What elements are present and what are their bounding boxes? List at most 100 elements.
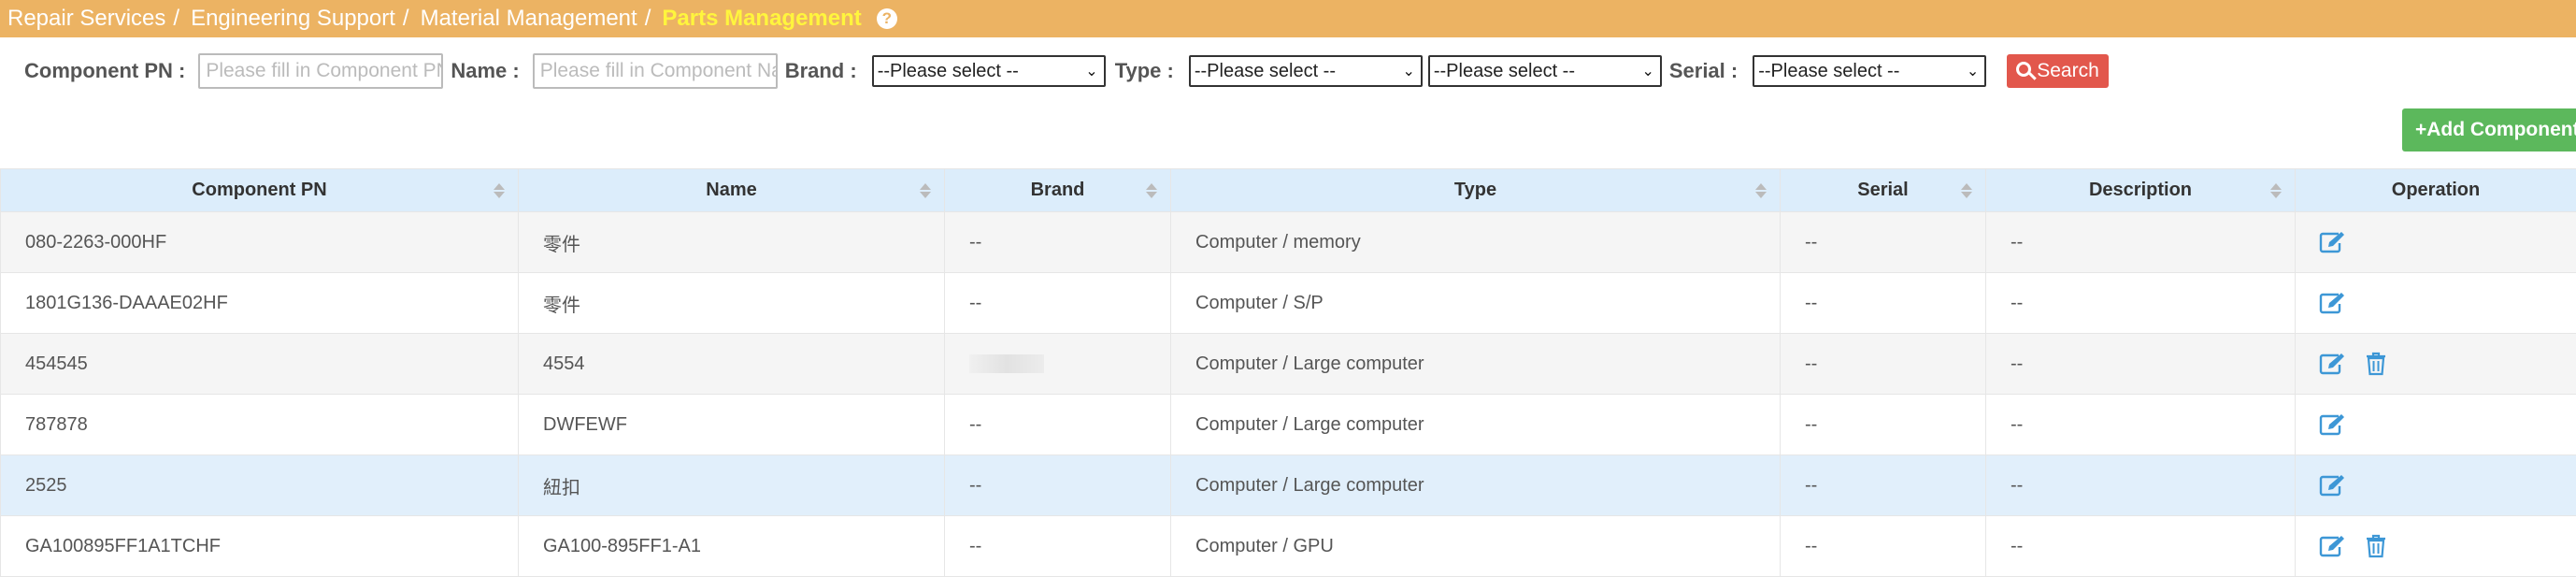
- column-header-brand[interactable]: Brand: [945, 169, 1171, 212]
- column-header-operation: Operation: [2296, 169, 2576, 212]
- cell-description: --: [1986, 273, 2296, 334]
- search-icon: [2016, 62, 2031, 77]
- trash-icon[interactable]: [2365, 534, 2387, 558]
- help-icon[interactable]: ?: [877, 8, 897, 29]
- trash-icon[interactable]: [2365, 352, 2387, 376]
- search-button-label: Search: [2037, 60, 2099, 82]
- breadcrumb-item-engineering-support[interactable]: Engineering Support: [191, 6, 395, 32]
- sort-icon[interactable]: [920, 183, 931, 198]
- breadcrumb-separator: /: [645, 6, 651, 32]
- column-header-component-pn[interactable]: Component PN: [1, 169, 519, 212]
- cell-serial: --: [1781, 273, 1986, 334]
- serial-select-value: --Please select --: [1758, 61, 1899, 82]
- table-row[interactable]: 080-2263-000HF 零件 -- Computer / memory -…: [1, 212, 2576, 273]
- sort-icon[interactable]: [1961, 183, 1972, 198]
- cell-name: 紐扣: [519, 455, 945, 516]
- table-header-row: Component PN Name Brand Type Serial Desc…: [1, 169, 2576, 212]
- cell-brand: --: [945, 395, 1171, 455]
- chevron-down-icon: ⌄: [1402, 62, 1414, 80]
- filter-bar: Component PN : Please fill in Component …: [0, 50, 2576, 92]
- type-select-primary-value: --Please select --: [1195, 61, 1336, 82]
- breadcrumb-separator: /: [403, 6, 409, 32]
- cell-type: Computer / S/P: [1171, 273, 1781, 334]
- cell-operation: [2296, 455, 2576, 516]
- name-input[interactable]: Please fill in Component Name: [533, 53, 778, 89]
- table-row[interactable]: GA100895FF1A1TCHF GA100-895FF1-A1 -- Com…: [1, 516, 2576, 577]
- cell-component-pn: GA100895FF1A1TCHF: [1, 516, 519, 577]
- cell-type: Computer / Large computer: [1171, 395, 1781, 455]
- type-select-secondary-value: --Please select --: [1434, 61, 1575, 82]
- type-label: Type :: [1115, 59, 1174, 83]
- component-pn-input[interactable]: Please fill in Component PN: [198, 53, 443, 89]
- cell-component-pn: 080-2263-000HF: [1, 212, 519, 273]
- cell-name: 零件: [519, 273, 945, 334]
- breadcrumb-item-repair-services[interactable]: Repair Services: [7, 6, 165, 32]
- add-component-button[interactable]: +Add Component: [2402, 108, 2576, 151]
- breadcrumb-item-material-management[interactable]: Material Management: [421, 6, 637, 32]
- cell-brand: --: [945, 455, 1171, 516]
- sort-icon[interactable]: [494, 183, 505, 198]
- edit-icon[interactable]: [2318, 230, 2346, 254]
- edit-icon[interactable]: [2318, 473, 2346, 498]
- redacted-brand-image: [969, 354, 1044, 373]
- column-header-serial[interactable]: Serial: [1781, 169, 1986, 212]
- cell-name: 零件: [519, 212, 945, 273]
- cell-name: 4554: [519, 334, 945, 395]
- edit-icon[interactable]: [2318, 291, 2346, 315]
- cell-description: --: [1986, 516, 2296, 577]
- cell-type: Computer / Large computer: [1171, 334, 1781, 395]
- table-row[interactable]: 787878 DWFEWF -- Computer / Large comput…: [1, 395, 2576, 455]
- cell-serial: --: [1781, 516, 1986, 577]
- cell-type: Computer / memory: [1171, 212, 1781, 273]
- cell-serial: --: [1781, 212, 1986, 273]
- brand-label: Brand :: [785, 59, 857, 83]
- chevron-down-icon: ⌄: [1967, 62, 1979, 80]
- search-button[interactable]: Search: [2007, 54, 2109, 88]
- cell-operation: [2296, 395, 2576, 455]
- cell-brand: --: [945, 273, 1171, 334]
- cell-brand: --: [945, 212, 1171, 273]
- cell-operation: [2296, 273, 2576, 334]
- cell-type: Computer / Large computer: [1171, 455, 1781, 516]
- cell-component-pn: 787878: [1, 395, 519, 455]
- brand-select[interactable]: --Please select -- ⌄: [872, 55, 1106, 87]
- sort-icon[interactable]: [2270, 183, 2282, 198]
- cell-component-pn: 1801G136-DAAAE02HF: [1, 273, 519, 334]
- cell-name: GA100-895FF1-A1: [519, 516, 945, 577]
- sort-icon[interactable]: [1146, 183, 1157, 198]
- cell-component-pn: 454545: [1, 334, 519, 395]
- column-header-type[interactable]: Type: [1171, 169, 1781, 212]
- edit-icon[interactable]: [2318, 534, 2346, 558]
- cell-description: --: [1986, 395, 2296, 455]
- parts-table: Component PN Name Brand Type Serial Desc…: [0, 168, 2576, 577]
- serial-select[interactable]: --Please select -- ⌄: [1753, 55, 1986, 87]
- type-select-secondary[interactable]: --Please select -- ⌄: [1428, 55, 1662, 87]
- sort-icon[interactable]: [1755, 183, 1767, 198]
- cell-brand: [945, 334, 1171, 395]
- name-label: Name :: [451, 59, 519, 83]
- chevron-down-icon: ⌄: [1085, 62, 1097, 80]
- breadcrumb-item-parts-management: Parts Management: [662, 6, 861, 32]
- cell-operation: [2296, 334, 2576, 395]
- cell-serial: --: [1781, 334, 1986, 395]
- type-select-primary[interactable]: --Please select -- ⌄: [1189, 55, 1423, 87]
- table-row[interactable]: 1801G136-DAAAE02HF 零件 -- Computer / S/P …: [1, 273, 2576, 334]
- cell-name: DWFEWF: [519, 395, 945, 455]
- table-row-highlighted[interactable]: 2525 紐扣 -- Computer / Large computer -- …: [1, 455, 2576, 516]
- cell-operation: [2296, 212, 2576, 273]
- edit-icon[interactable]: [2318, 412, 2346, 437]
- brand-select-value: --Please select --: [878, 61, 1019, 82]
- cell-serial: --: [1781, 455, 1986, 516]
- edit-icon[interactable]: [2318, 352, 2346, 376]
- table-row[interactable]: 454545 4554 Computer / Large computer --…: [1, 334, 2576, 395]
- cell-brand: --: [945, 516, 1171, 577]
- breadcrumb-separator: /: [173, 6, 179, 32]
- serial-label: Serial :: [1669, 59, 1738, 83]
- cell-operation: [2296, 516, 2576, 577]
- chevron-down-icon: ⌄: [1641, 62, 1653, 80]
- cell-description: --: [1986, 455, 2296, 516]
- cell-description: --: [1986, 212, 2296, 273]
- cell-type: Computer / GPU: [1171, 516, 1781, 577]
- column-header-name[interactable]: Name: [519, 169, 945, 212]
- column-header-description[interactable]: Description: [1986, 169, 2296, 212]
